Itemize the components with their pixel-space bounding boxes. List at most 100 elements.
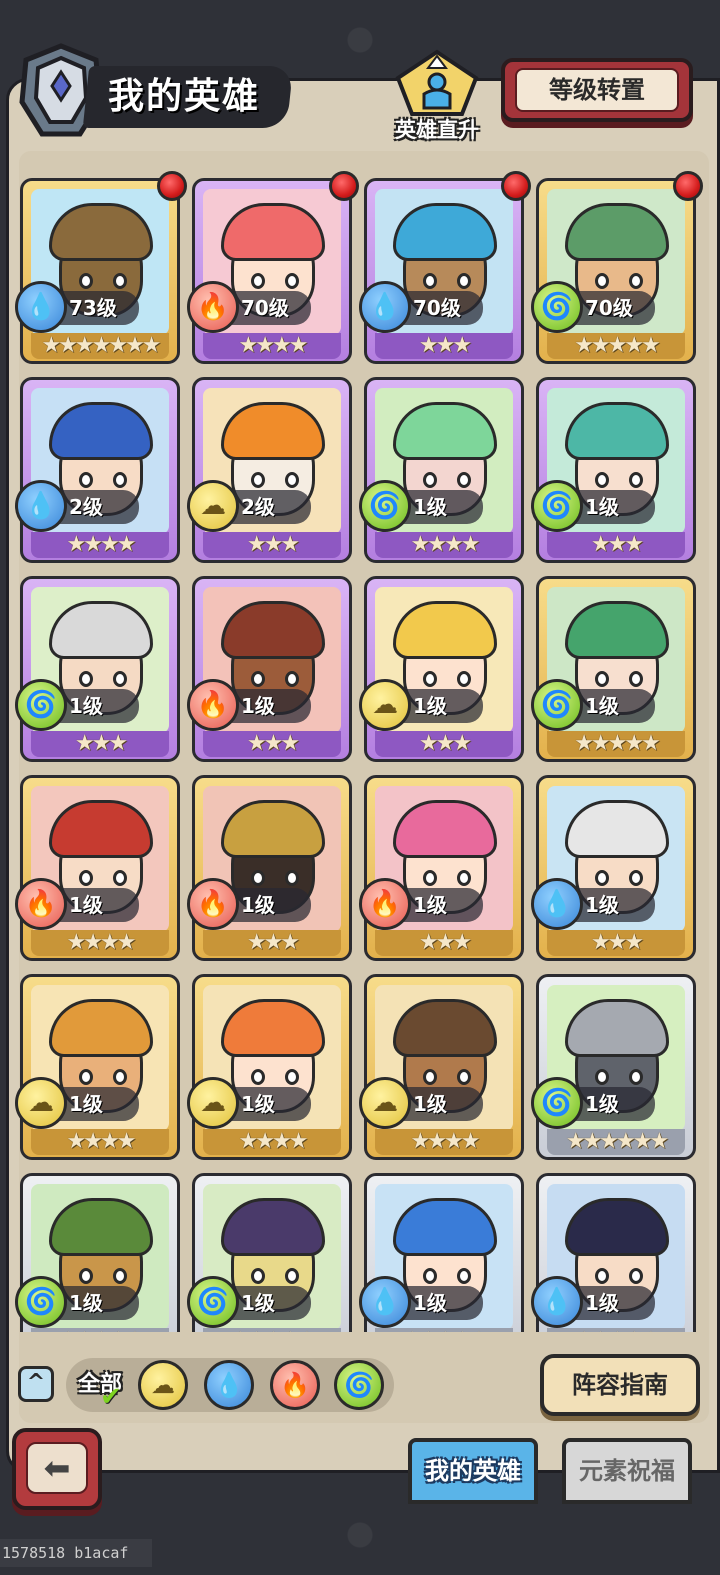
hero-eye (285, 472, 299, 488)
hero-hair (393, 402, 497, 460)
back-button[interactable]: ⬅ (12, 1428, 102, 1510)
hero-hair (49, 203, 153, 261)
hero-eye (79, 1069, 93, 1085)
hero-card[interactable]: 🔥 1级 ★★★ (187, 576, 352, 762)
hero-card[interactable]: 💧1级 ★★★★★ (531, 1173, 696, 1332)
hero-stars: ★★★ (547, 532, 685, 558)
hero-hair (393, 1198, 497, 1256)
hero-stars: ★★★★★ (31, 1328, 169, 1332)
page-title: 我的英雄 (108, 76, 261, 117)
hero-card[interactable]: ☁ 1级 ★★★★ (187, 974, 352, 1160)
earth-element-icon: ☁ (15, 1077, 67, 1129)
hero-level: 70级 (585, 296, 633, 320)
hero-card[interactable]: 🌀1级 ★★★★★ (531, 576, 696, 762)
hero-direct-upgrade-button[interactable]: 英雄直升 (386, 48, 488, 148)
hero-eye (251, 671, 265, 687)
hero-level: 70级 (241, 296, 289, 320)
hero-level: 1级 (585, 495, 619, 519)
hero-eye (423, 273, 437, 289)
hero-level: 73级 (69, 296, 117, 320)
water-element-icon: 💧 (15, 480, 67, 532)
tab-my-heroes[interactable]: 我的英雄 (408, 1438, 538, 1504)
hero-eye (285, 273, 299, 289)
hero-card[interactable]: ☁ 1级 ★★★★ (359, 974, 524, 1160)
notification-dot-icon (157, 171, 187, 201)
hero-level: 1级 (241, 694, 275, 718)
wind-element-icon: 🌀 (344, 1371, 374, 1399)
hero-hair (49, 999, 153, 1057)
filter-water-button[interactable]: 💧 (204, 1360, 254, 1410)
hero-arrow-up-icon (395, 49, 479, 116)
hero-card[interactable]: 🌀 1级 ★★★★★★ (531, 974, 696, 1160)
hero-eye (629, 671, 643, 687)
hero-stars: ★★★ (375, 731, 513, 757)
level-transfer-button[interactable]: 等级转置 (501, 58, 693, 122)
hero-eye (79, 1268, 93, 1284)
hero-hair (221, 601, 325, 659)
hero-card[interactable]: 🔥 1级 ★★★★ (15, 775, 180, 961)
hero-card[interactable]: 💧 70级 ★★★ (359, 171, 531, 364)
hero-card[interactable]: 🌀 70级 ★★★★★ (531, 171, 703, 364)
hero-card[interactable]: 💧1级 ★★★★★ (359, 1173, 524, 1332)
hero-card[interactable]: 🔥 1级 ★★★ (359, 775, 524, 961)
hero-card[interactable]: 🔥 70级 ★★★★ (187, 171, 359, 364)
formation-guide-button[interactable]: 阵容指南 (540, 1354, 700, 1416)
chevron-up-icon: ^ (26, 1370, 46, 1395)
hero-card[interactable]: 🌀1级 ★★★★★ (15, 1173, 180, 1332)
filter-fire-button[interactable]: 🔥 (270, 1360, 320, 1410)
hero-eye (423, 870, 437, 886)
hero-stars: ★★★★ (203, 1129, 341, 1155)
water-element-icon: 💧 (214, 1371, 244, 1399)
hero-eye (251, 472, 265, 488)
hero-card[interactable]: 💧 1级 ★★★ (531, 775, 696, 961)
notification-dot-icon (673, 171, 703, 201)
hero-stars: ★★★ (31, 731, 169, 757)
hero-eye (629, 870, 643, 886)
tab-element-blessing[interactable]: 元素祝福 (562, 1438, 692, 1504)
wind-element-icon: 🌀 (531, 281, 583, 333)
filter-earth-button[interactable]: ☁ (138, 1360, 188, 1410)
collapse-toggle-button[interactable]: ^ (18, 1366, 54, 1402)
hero-card[interactable]: ☁ 2级 ★★★ (187, 377, 352, 563)
hero-level: 2级 (241, 495, 275, 519)
hero-level: 2级 (69, 495, 103, 519)
hero-level: 1级 (413, 1291, 447, 1315)
hero-card[interactable]: 💧 73级 ★★★★★★★ (15, 171, 187, 364)
hero-card[interactable]: ☁ 1级 ★★★ (359, 576, 524, 762)
hero-stars: ★★★★★ (547, 1328, 685, 1332)
hero-eye (79, 472, 93, 488)
hero-card[interactable]: 🌀 1级 ★★★ (531, 377, 696, 563)
hero-card[interactable]: 🌀 1级 ★★★ (15, 576, 180, 762)
hero-level: 1级 (585, 893, 619, 917)
filter-wind-button[interactable]: 🌀 (334, 1360, 384, 1410)
hero-eye (595, 1069, 609, 1085)
hero-stars: ★★★★★ (375, 1328, 513, 1332)
hero-eye (113, 1268, 127, 1284)
hero-card[interactable]: 🌀1级 ★★★★★ (187, 1173, 352, 1332)
hero-level: 1级 (413, 1092, 447, 1116)
hero-stars: ★★★ (375, 930, 513, 956)
hero-hair (565, 800, 669, 858)
hero-card[interactable]: 🌀 1级 ★★★★ (359, 377, 524, 563)
check-icon: ✔ (100, 1382, 122, 1412)
hero-level: 1级 (69, 1291, 103, 1315)
wind-element-icon: 🌀 (187, 1276, 239, 1328)
fire-element-icon: 🔥 (280, 1371, 310, 1399)
hero-level: 1级 (69, 694, 103, 718)
hero-eye (285, 870, 299, 886)
hero-hair (565, 1198, 669, 1256)
hero-level: 70级 (413, 296, 461, 320)
hero-eye (285, 1069, 299, 1085)
hero-card[interactable]: 💧 2级 ★★★★ (15, 377, 180, 563)
wind-element-icon: 🌀 (359, 480, 411, 532)
hero-card[interactable]: ☁ 1级 ★★★★ (15, 974, 180, 1160)
hero-eye (457, 472, 471, 488)
hero-level: 1级 (413, 495, 447, 519)
hero-hair (565, 601, 669, 659)
hero-card[interactable]: 🔥 1级 ★★★ (187, 775, 352, 961)
hero-level: 1级 (585, 694, 619, 718)
hero-hair (49, 1198, 153, 1256)
hero-eye (457, 671, 471, 687)
earth-element-icon: ☁ (359, 679, 411, 731)
hero-eye (595, 671, 609, 687)
